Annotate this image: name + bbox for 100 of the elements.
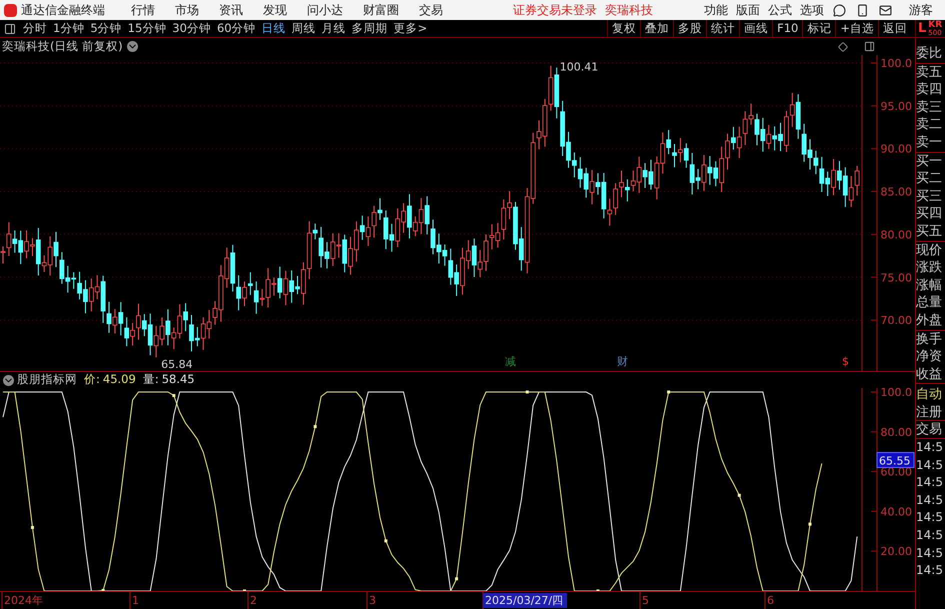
tool-menu-item[interactable]: 功能 [700, 1, 732, 19]
chart-tool-button[interactable]: 统计 [706, 20, 740, 38]
auto-status[interactable]: 自动 [916, 386, 945, 404]
quote-field-label: 卖五 [916, 64, 943, 82]
line-marker [102, 588, 105, 591]
app-title: 通达信金融终端 [21, 2, 105, 19]
period-tab[interactable]: 日线 [258, 20, 289, 38]
quote-field-label: 卖三 [916, 98, 943, 116]
quote-field-label: 卖二 [916, 116, 943, 134]
trade-time: 14:5 [916, 439, 944, 456]
login-notice: 证券交易未登录 [513, 2, 597, 19]
trade-time: 14:5 [916, 474, 944, 492]
axis-label: 75.00 [880, 271, 912, 284]
axis-label: 80.00 [880, 228, 912, 242]
quote-action[interactable]: 注册 [916, 404, 945, 422]
period-tab[interactable]: 月线 [318, 20, 349, 38]
quote-action[interactable]: 交易 [916, 421, 945, 440]
period-tab[interactable]: 5分钟 [87, 20, 125, 38]
axis-label: 100.0 [880, 57, 912, 70]
trade-time: 14:5 [916, 492, 944, 509]
mail-icon[interactable] [879, 4, 892, 16]
trade-time: 14:5 [916, 509, 944, 526]
indicator-name: 股朋指标网 [17, 371, 77, 388]
panel-toggle-icon[interactable] [4, 22, 16, 34]
menu-item[interactable]: 发现 [253, 1, 297, 19]
date-axis-label: 3 [369, 594, 376, 607]
period-tab[interactable]: 多周期 [348, 20, 391, 38]
chart-tool-button[interactable]: 多股 [673, 20, 706, 38]
quote-field-label: 涨跌 [916, 259, 943, 277]
trade-time: 14:5 [916, 562, 944, 580]
menu-item[interactable]: 行情 [121, 1, 165, 19]
quote-field-label: 总量 [916, 294, 943, 312]
chat-icon[interactable] [833, 4, 846, 16]
quote-field-label: 卖一 [916, 134, 943, 152]
axis-label: 100.0 [880, 388, 912, 399]
quote-field-label: 净资 [916, 348, 943, 366]
date-axis-label: 5 [642, 594, 649, 607]
menu-item[interactable]: 交易 [409, 1, 453, 19]
date-axis-label: 1 [132, 594, 139, 607]
quote-field-label: 买四 [916, 205, 943, 223]
app-logo-icon [4, 4, 17, 16]
menu-item[interactable]: 问小达 [297, 1, 353, 19]
chart-tool-button[interactable]: 返回 [878, 20, 911, 38]
cursor-value: 65.55 [876, 452, 914, 468]
quote-field-label: 换手 [916, 330, 943, 348]
quote-field-label: 买三 [916, 188, 943, 206]
axis-label: 40.00 [880, 505, 912, 518]
chart-tool-button[interactable]: F10 [772, 20, 802, 38]
quote-field-label: 收益 [916, 366, 943, 384]
chart-tool-button[interactable]: 叠加 [640, 20, 674, 38]
period-tab[interactable]: 1分钟 [50, 20, 88, 38]
chart-tool-button[interactable]: 画线 [739, 20, 772, 38]
period-tab[interactable]: 60分钟 [214, 20, 259, 38]
user-button[interactable]: 游客 [909, 1, 933, 19]
quote-field-label: 买一 [916, 152, 943, 170]
event-marker[interactable]: $ [842, 355, 849, 368]
date-axis-label: 2025/03/27/四 [485, 594, 564, 607]
period-tab[interactable]: 30分钟 [169, 20, 214, 38]
event-marker[interactable]: 财 [617, 355, 628, 368]
period-tab[interactable]: 15分钟 [124, 20, 170, 38]
axis-label: 90.00 [880, 142, 912, 156]
quote-field-label: 现价 [916, 242, 943, 260]
price-value: 45.09 [102, 371, 136, 388]
period-tab[interactable]: 分时 [20, 20, 50, 38]
low-price-label: 65.84 [161, 358, 193, 371]
volume-value: 58.45 [162, 371, 195, 388]
date-axis-label: 6 [767, 594, 774, 607]
volume-label: 量: [142, 371, 159, 388]
tool-menu-item[interactable]: 选项 [796, 1, 828, 19]
menu-item[interactable]: 市场 [165, 1, 209, 19]
chevron-icon[interactable] [126, 41, 138, 52]
diamond-icon[interactable] [838, 42, 848, 52]
axis-label: 20.00 [880, 545, 912, 558]
tool-menu-item[interactable]: 公式 [764, 1, 796, 19]
date-axis-label: 2 [250, 594, 257, 607]
chart-tool-button[interactable]: +自选 [835, 20, 878, 38]
event-marker[interactable]: 减 [505, 355, 516, 368]
stock-name: 奕瑞科技 [605, 2, 653, 19]
high-price-label: 100.41 [560, 60, 598, 74]
axis-label: 70.00 [880, 314, 912, 328]
line-marker [596, 590, 600, 591]
chart-tool-button[interactable]: 复权 [607, 20, 640, 38]
chevron-icon[interactable] [3, 374, 14, 386]
axis-label: 95.00 [880, 100, 912, 113]
line-marker [243, 590, 246, 591]
phone-icon[interactable] [856, 4, 869, 16]
period-tab[interactable]: 周线 [288, 20, 319, 38]
axis-label: 80.00 [880, 426, 912, 439]
period-tab[interactable]: 更多> [390, 20, 430, 38]
quote-field-label: 卖四 [916, 81, 943, 99]
corner-code: KR [928, 20, 942, 28]
panel-toggle-icon[interactable] [864, 41, 875, 52]
trade-time: 14:5 [916, 527, 944, 544]
quote-field-label: 买五 [916, 222, 943, 241]
chart-tool-button[interactable]: 标记 [802, 20, 836, 38]
tool-menu-item[interactable]: 版面 [732, 1, 764, 19]
trade-time: 14:5 [916, 456, 944, 474]
quote-field-label: 委比 [916, 45, 943, 63]
menu-item[interactable]: 财富圈 [353, 1, 409, 19]
menu-item[interactable]: 资讯 [209, 1, 253, 19]
